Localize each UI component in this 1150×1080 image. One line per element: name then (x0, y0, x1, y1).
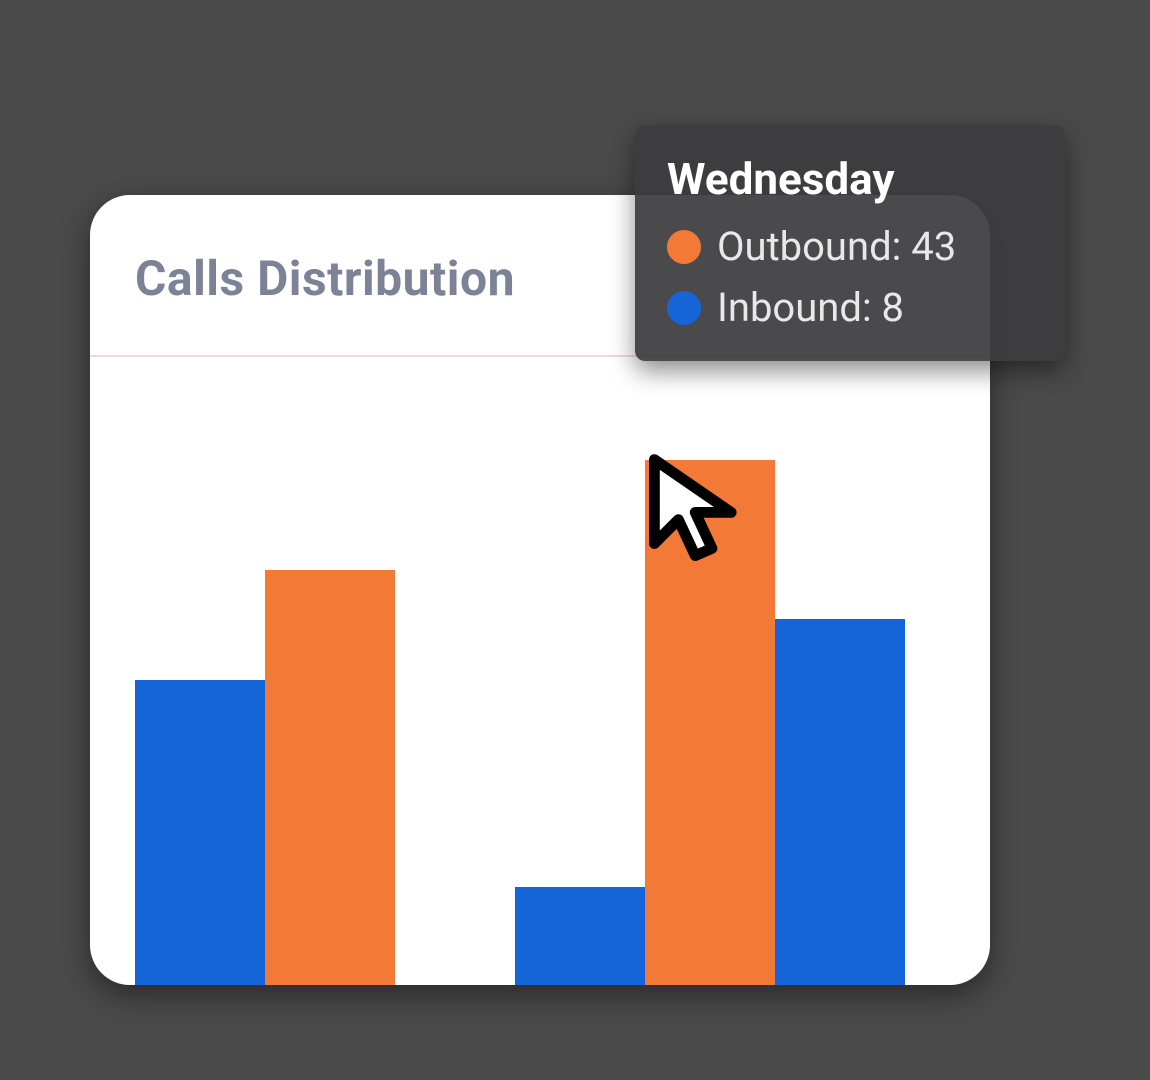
dot-outbound-icon (667, 230, 701, 264)
bar-inbound-1[interactable] (135, 680, 265, 985)
chart-plot-area[interactable] (90, 375, 990, 985)
chart-plot-inner (125, 375, 955, 985)
tooltip-outbound-label: Outbound: 43 (717, 223, 956, 270)
bar-group-1[interactable] (135, 375, 395, 985)
tooltip-day: Wednesday (667, 153, 1033, 205)
bar-outbound-1[interactable] (265, 570, 395, 985)
chart-tooltip: Wednesday Outbound: 43 Inbound: 8 (635, 125, 1065, 361)
tooltip-inbound-label: Inbound: 8 (717, 284, 904, 331)
tooltip-row-outbound: Outbound: 43 (667, 223, 1033, 270)
tooltip-row-inbound: Inbound: 8 (667, 284, 1033, 331)
card-title: Calls Distribution (135, 250, 515, 307)
bar-inbound-next[interactable] (775, 619, 905, 985)
cursor-icon (640, 450, 760, 570)
dot-inbound-icon (667, 291, 701, 325)
bar-inbound-2[interactable] (515, 887, 645, 985)
